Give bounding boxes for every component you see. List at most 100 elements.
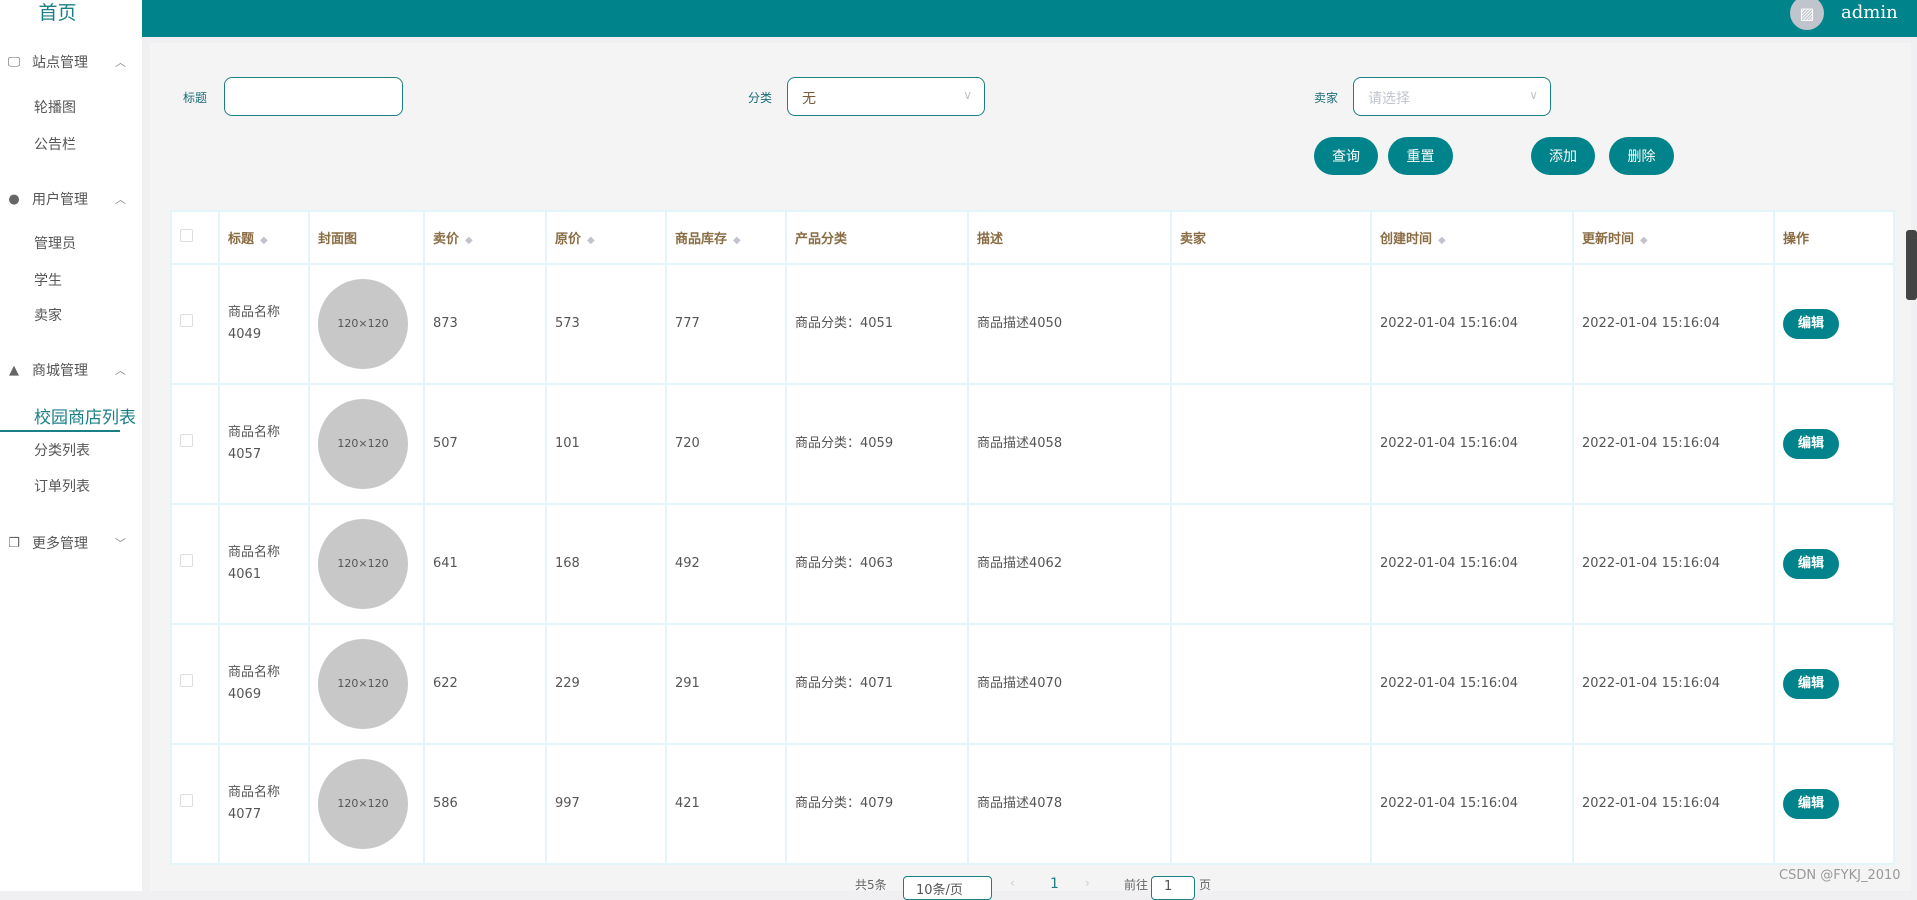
category-select[interactable]: 无 ∨	[787, 77, 985, 116]
menu-admin[interactable]: 管理员	[34, 233, 76, 253]
page-size-select[interactable]: 10条/页	[903, 876, 992, 900]
cover-image: 120×120	[318, 279, 408, 369]
col-updated[interactable]: 更新时间 ◆	[1572, 210, 1775, 265]
menu-shop-list[interactable]: 校园商店列表	[34, 403, 136, 428]
seller-select[interactable]: 请选择 ∨	[1353, 77, 1551, 116]
page-number[interactable]: 1	[1050, 876, 1059, 892]
delete-button[interactable]: 删除	[1609, 137, 1674, 175]
title-input[interactable]	[224, 77, 403, 116]
cell-category: 商品分类：4051	[785, 263, 969, 385]
cell-seller	[1170, 383, 1372, 505]
goto-page-input[interactable]: 1	[1151, 876, 1195, 900]
table-header: 标题 ◆ 封面图 卖价 ◆ 原价 ◆ 商品库存 ◆ 产品分类 描述 卖家 创建时间 ◆ 更…	[170, 210, 1895, 265]
cell-price: 507	[423, 383, 547, 505]
row-checkbox[interactable]	[170, 623, 220, 745]
cell-title: 商品名称4049	[218, 263, 310, 385]
cell-cover: 120×120	[308, 623, 425, 745]
col-category: 产品分类	[785, 210, 969, 265]
menu-user-management[interactable]: ● 用户管理 ︿	[6, 189, 126, 209]
category-value: 无	[802, 91, 816, 107]
cell-created: 2022-01-04 15:16:04	[1370, 263, 1574, 385]
sidebar: 首页 🖵 站点管理 ︿ 轮播图 公告栏 ● 用户管理 ︿ 管理员 学生 卖家 ▲ 商城管理…	[0, 0, 142, 891]
menu-label: 用户管理	[32, 192, 88, 208]
sort-icon[interactable]: ◆	[1640, 235, 1648, 246]
col-created[interactable]: 创建时间 ◆	[1370, 210, 1574, 265]
edit-button[interactable]: 编辑	[1783, 429, 1839, 459]
cell-price: 641	[423, 503, 547, 625]
watermark: CSDN @FYKJ_2010	[1779, 868, 1901, 883]
cover-image: 120×120	[318, 399, 408, 489]
col-price[interactable]: 卖价 ◆	[423, 210, 547, 265]
table-row: 商品名称4057 120×120 507 101 720 商品分类：4059 商…	[170, 383, 1895, 505]
sort-icon[interactable]: ◆	[733, 235, 741, 246]
sort-icon[interactable]: ◆	[1438, 235, 1446, 246]
table-row: 商品名称4077 120×120 586 997 421 商品分类：4079 商…	[170, 743, 1895, 865]
menu-more-management[interactable]: ❐ 更多管理 ﹀	[6, 533, 126, 553]
cell-title: 商品名称4077	[218, 743, 310, 865]
cell-updated: 2022-01-04 15:16:04	[1572, 263, 1775, 385]
select-all-checkbox[interactable]	[170, 210, 220, 265]
edit-button[interactable]: 编辑	[1783, 309, 1839, 339]
cell-cover: 120×120	[308, 383, 425, 505]
menu-notice[interactable]: 公告栏	[34, 134, 76, 154]
cell-category: 商品分类：4079	[785, 743, 969, 865]
cell-seller	[1170, 503, 1372, 625]
cell-stock: 492	[665, 503, 787, 625]
cell-title: 商品名称4057	[218, 383, 310, 505]
cell-category: 商品分类：4071	[785, 623, 969, 745]
username[interactable]: admin	[1841, 2, 1898, 23]
chevron-up-icon: ︿	[115, 364, 126, 377]
edit-button[interactable]: 编辑	[1783, 669, 1839, 699]
row-checkbox[interactable]	[170, 383, 220, 505]
cell-original-price: 101	[545, 383, 667, 505]
menu-carousel[interactable]: 轮播图	[34, 97, 76, 117]
row-checkbox[interactable]	[170, 263, 220, 385]
cell-stock: 720	[665, 383, 787, 505]
menu-category-list[interactable]: 分类列表	[34, 440, 90, 460]
cell-original-price: 168	[545, 503, 667, 625]
bag-icon: ▲	[9, 362, 19, 378]
menu-order-list[interactable]: 订单列表	[34, 476, 90, 496]
cell-original-price: 229	[545, 623, 667, 745]
copy-icon: ❐	[8, 535, 20, 551]
col-original-price[interactable]: 原价 ◆	[545, 210, 667, 265]
menu-student[interactable]: 学生	[34, 270, 62, 290]
title-label: 标题	[183, 91, 208, 105]
add-button[interactable]: 添加	[1531, 137, 1595, 175]
edit-button[interactable]: 编辑	[1783, 789, 1839, 819]
sort-icon[interactable]: ◆	[587, 235, 595, 246]
home-link[interactable]: 首页	[0, 0, 115, 25]
next-page-button[interactable]: ›	[1085, 876, 1090, 890]
goto-label: 前往	[1124, 878, 1149, 892]
edit-button[interactable]: 编辑	[1783, 549, 1839, 579]
prev-page-button[interactable]: ‹	[1010, 876, 1015, 890]
cell-actions: 编辑	[1773, 623, 1895, 745]
cell-stock: 421	[665, 743, 787, 865]
row-checkbox[interactable]	[170, 743, 220, 865]
cell-stock: 777	[665, 263, 787, 385]
cell-description: 商品描述4062	[967, 503, 1172, 625]
sort-icon[interactable]: ◆	[465, 235, 473, 246]
user-icon: ●	[8, 191, 20, 207]
category-label: 分类	[748, 91, 773, 105]
seller-label: 卖家	[1314, 91, 1339, 105]
cell-cover: 120×120	[308, 503, 425, 625]
sort-icon[interactable]: ◆	[260, 235, 268, 246]
scrollbar[interactable]	[1906, 230, 1917, 300]
top-header	[142, 0, 1917, 37]
col-actions: 操作	[1773, 210, 1895, 265]
col-stock[interactable]: 商品库存 ◆	[665, 210, 787, 265]
cell-price: 622	[423, 623, 547, 745]
monitor-icon: 🖵	[7, 54, 21, 70]
cell-created: 2022-01-04 15:16:04	[1370, 503, 1574, 625]
cell-cover: 120×120	[308, 263, 425, 385]
menu-label: 商城管理	[32, 363, 88, 379]
reset-button[interactable]: 重置	[1388, 137, 1453, 175]
col-title[interactable]: 标题 ◆	[218, 210, 310, 265]
menu-site-management[interactable]: 🖵 站点管理 ︿	[6, 52, 126, 72]
menu-label: 站点管理	[32, 55, 88, 71]
menu-mall-management[interactable]: ▲ 商城管理 ︿	[6, 360, 126, 380]
query-button[interactable]: 查询	[1314, 137, 1378, 175]
menu-seller[interactable]: 卖家	[34, 305, 62, 325]
row-checkbox[interactable]	[170, 503, 220, 625]
